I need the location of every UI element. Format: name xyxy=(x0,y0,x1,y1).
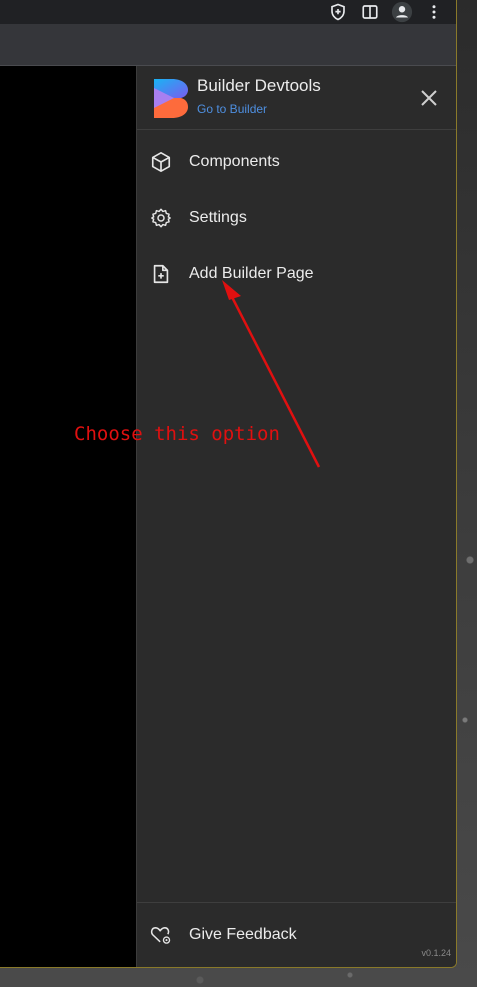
close-icon xyxy=(421,90,437,106)
file-plus-icon xyxy=(150,263,172,285)
panel-title: Builder Devtools xyxy=(197,76,321,95)
menu-item-add-builder-page[interactable]: Add Builder Page xyxy=(137,254,456,294)
builder-logo xyxy=(152,77,190,119)
menu-item-components[interactable]: Components xyxy=(137,142,456,182)
toolbar-extension-strip xyxy=(0,0,456,24)
cube-icon xyxy=(150,151,172,173)
more-vert-icon[interactable] xyxy=(422,0,446,24)
menu-item-label: Add Builder Page xyxy=(189,265,314,282)
menu-item-label: Settings xyxy=(189,209,247,226)
version-label: v0.1.24 xyxy=(421,948,451,958)
browser-toolbar xyxy=(0,0,456,66)
go-to-builder-link[interactable]: Go to Builder xyxy=(197,102,267,116)
give-feedback-label: Give Feedback xyxy=(189,926,297,943)
menu-item-settings[interactable]: Settings xyxy=(137,198,456,238)
browser-window: Builder Devtools Go to Builder Component… xyxy=(0,0,457,968)
heart-gear-icon xyxy=(150,924,172,946)
give-feedback-button[interactable]: Give Feedback xyxy=(137,915,456,955)
shield-plus-icon[interactable] xyxy=(326,0,350,24)
menu-item-label: Components xyxy=(189,153,280,170)
close-button[interactable] xyxy=(415,84,443,112)
web-page-content xyxy=(0,66,136,967)
annotation-text: Choose this option xyxy=(74,423,280,445)
devtools-panel: Builder Devtools Go to Builder Component… xyxy=(136,66,456,967)
profile-icon[interactable] xyxy=(390,0,414,24)
panel-footer: Give Feedback v0.1.24 xyxy=(137,902,456,967)
panel-header: Builder Devtools Go to Builder xyxy=(137,66,456,130)
gear-icon xyxy=(150,207,172,229)
split-view-icon[interactable] xyxy=(358,0,382,24)
